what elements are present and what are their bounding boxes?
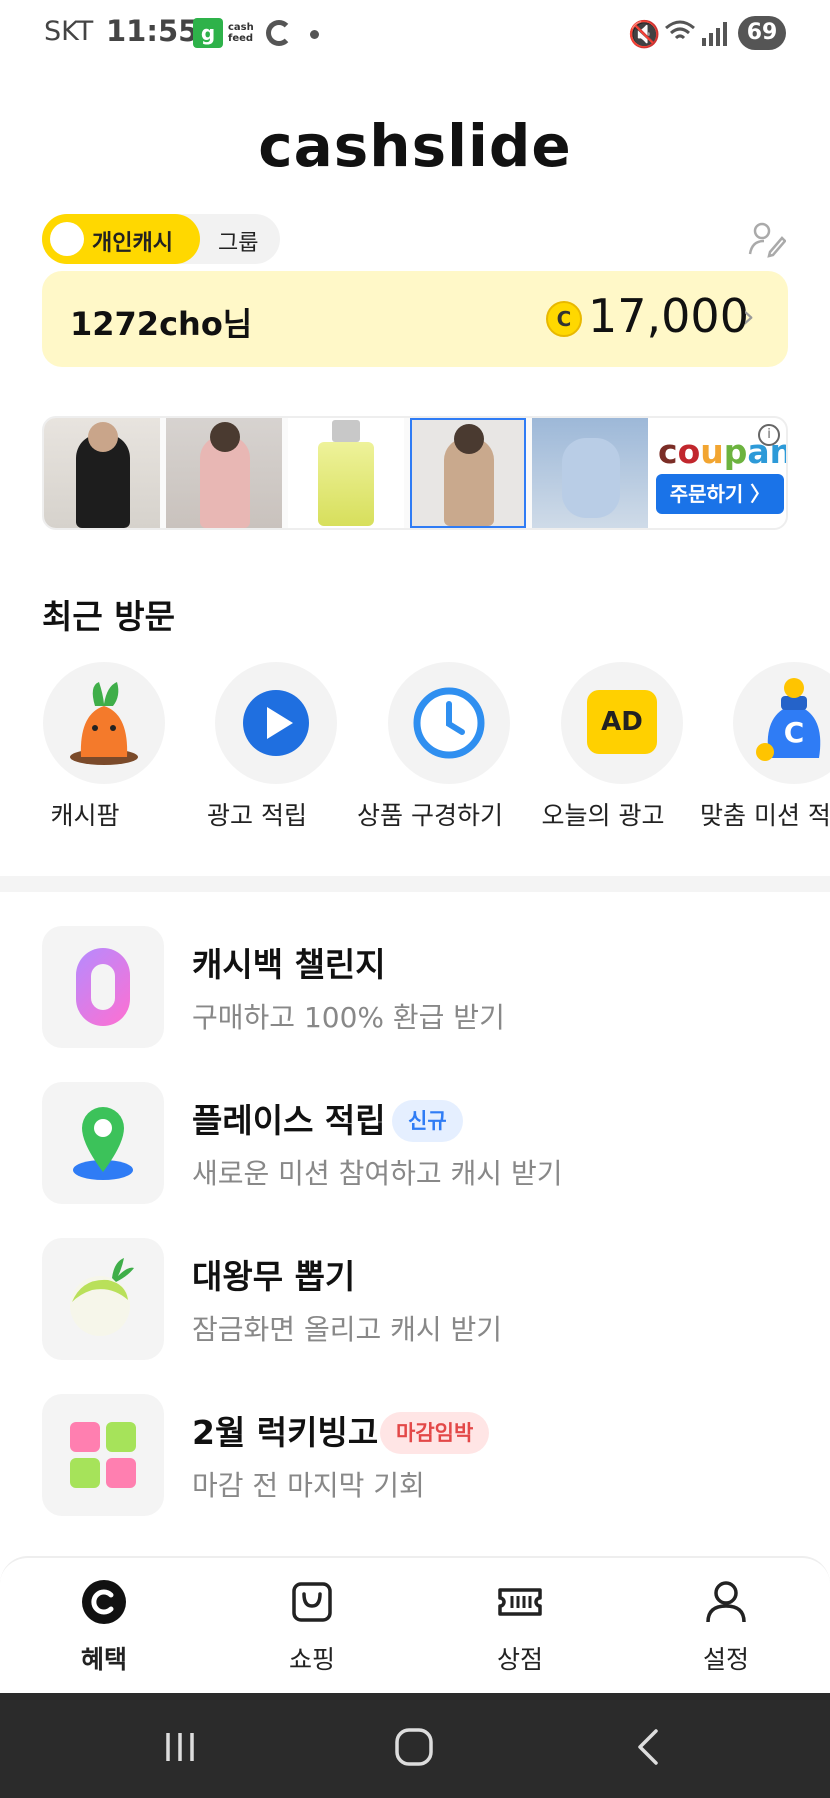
feature-title: 대왕무 뽑기 bbox=[192, 1257, 356, 1296]
username: 1272cho님 bbox=[70, 305, 253, 343]
personal-cash-label: 개인캐시 bbox=[92, 231, 173, 256]
feature-title: 플레이스 적립 bbox=[192, 1101, 386, 1140]
carrier-label: SKT bbox=[44, 16, 94, 47]
personal-cash-tab[interactable]: 개인캐시 bbox=[42, 214, 200, 264]
play-icon bbox=[215, 662, 337, 784]
feature-place-reward[interactable]: 플레이스 적립 신규 새로운 미션 참여하고 캐시 받기 bbox=[42, 1082, 788, 1206]
nav-label: 쇼핑 bbox=[288, 1645, 335, 1674]
cashslide-notification-icon bbox=[266, 20, 292, 46]
app-logo: cashslide bbox=[258, 112, 572, 180]
recent-item-label: 맞춤 미션 적 bbox=[700, 801, 830, 830]
signal-icon bbox=[702, 22, 728, 46]
status-bar: SKT 11:55 g cash feed 🔇 69 bbox=[0, 0, 830, 66]
feature-subtitle: 구매하고 100% 환급 받기 bbox=[192, 1001, 505, 1034]
new-badge: 신규 bbox=[392, 1100, 463, 1142]
coin-icon: C bbox=[546, 301, 582, 337]
cashfeed-notification-icon: cash feed bbox=[228, 22, 254, 44]
feature-subtitle: 새로운 미션 참여하고 캐시 받기 bbox=[192, 1157, 563, 1190]
nav-label: 설정 bbox=[702, 1645, 749, 1674]
back-icon[interactable] bbox=[628, 1725, 668, 1769]
mute-icon: 🔇 bbox=[628, 20, 661, 50]
clock: 11:55 bbox=[106, 14, 199, 48]
profile-edit-icon[interactable] bbox=[746, 218, 786, 258]
more-notifications-icon bbox=[310, 30, 319, 39]
clock-icon bbox=[388, 662, 510, 784]
radish-icon bbox=[42, 1238, 164, 1360]
ticket-icon bbox=[498, 1588, 542, 1616]
ad-info-icon[interactable]: i bbox=[758, 424, 780, 446]
feature-title: 캐시백 챌린지 bbox=[192, 945, 386, 984]
ad-icon: AD bbox=[561, 662, 683, 784]
points-card[interactable]: 1272cho님 C 17,000 › bbox=[42, 271, 788, 367]
feature-radish-pull[interactable]: 대왕무 뽑기 잠금화면 올리고 캐시 받기 bbox=[42, 1238, 788, 1362]
ad-icon-text: AD bbox=[587, 690, 657, 754]
feature-title: 2월 럭키빙고 bbox=[192, 1413, 379, 1452]
coin-bag-icon: C bbox=[733, 662, 830, 784]
product-thumbnail[interactable] bbox=[410, 418, 526, 528]
person-icon bbox=[706, 1581, 746, 1623]
svg-text:C: C bbox=[784, 716, 805, 749]
system-navigation-bar bbox=[0, 1693, 830, 1798]
recent-visits-title: 최근 방문 bbox=[42, 597, 175, 636]
deadline-badge: 마감임박 bbox=[380, 1412, 490, 1454]
zero-icon bbox=[42, 926, 164, 1048]
feature-subtitle: 마감 전 마지막 기회 bbox=[192, 1469, 425, 1502]
battery-indicator: 69 bbox=[738, 16, 786, 50]
wifi-icon bbox=[665, 20, 695, 40]
recent-apps-icon[interactable] bbox=[160, 1727, 200, 1767]
home-icon[interactable] bbox=[392, 1725, 436, 1769]
feature-cashback-challenge[interactable]: 캐시백 챌린지 구매하고 100% 환급 받기 bbox=[42, 926, 788, 1050]
product-thumbnail[interactable] bbox=[288, 418, 404, 528]
toggle-knob bbox=[50, 222, 84, 256]
coupang-ad-banner[interactable]: coupang 주문하기 〉 i bbox=[42, 416, 788, 530]
bingo-grid-icon bbox=[42, 1394, 164, 1516]
g-notification-icon: g bbox=[193, 18, 223, 48]
nav-label: 혜택 bbox=[80, 1645, 127, 1674]
points-balance: 17,000 bbox=[588, 289, 749, 343]
chevron-right-icon: › bbox=[742, 297, 755, 335]
feature-lucky-bingo[interactable]: 2월 럭키빙고 마감임박 마감 전 마지막 기회 bbox=[42, 1394, 788, 1518]
cash-mode-toggle[interactable]: 개인캐시 그룹 bbox=[42, 214, 280, 264]
group-tab[interactable]: 그룹 bbox=[218, 225, 258, 257]
cash-c-icon bbox=[82, 1580, 126, 1624]
nav-label: 상점 bbox=[496, 1645, 543, 1674]
feature-subtitle: 잠금화면 올리고 캐시 받기 bbox=[192, 1313, 503, 1346]
product-thumbnail[interactable] bbox=[44, 418, 160, 528]
shopping-bag-icon bbox=[292, 1582, 332, 1622]
bottom-navigation: 혜택 쇼핑 상점 설정 bbox=[0, 1556, 830, 1693]
map-pin-icon bbox=[42, 1082, 164, 1204]
product-thumbnail[interactable] bbox=[532, 418, 648, 528]
section-divider bbox=[0, 876, 830, 892]
order-button[interactable]: 주문하기 〉 bbox=[656, 474, 784, 514]
carrot-icon bbox=[43, 662, 165, 784]
product-thumbnail[interactable] bbox=[166, 418, 282, 528]
